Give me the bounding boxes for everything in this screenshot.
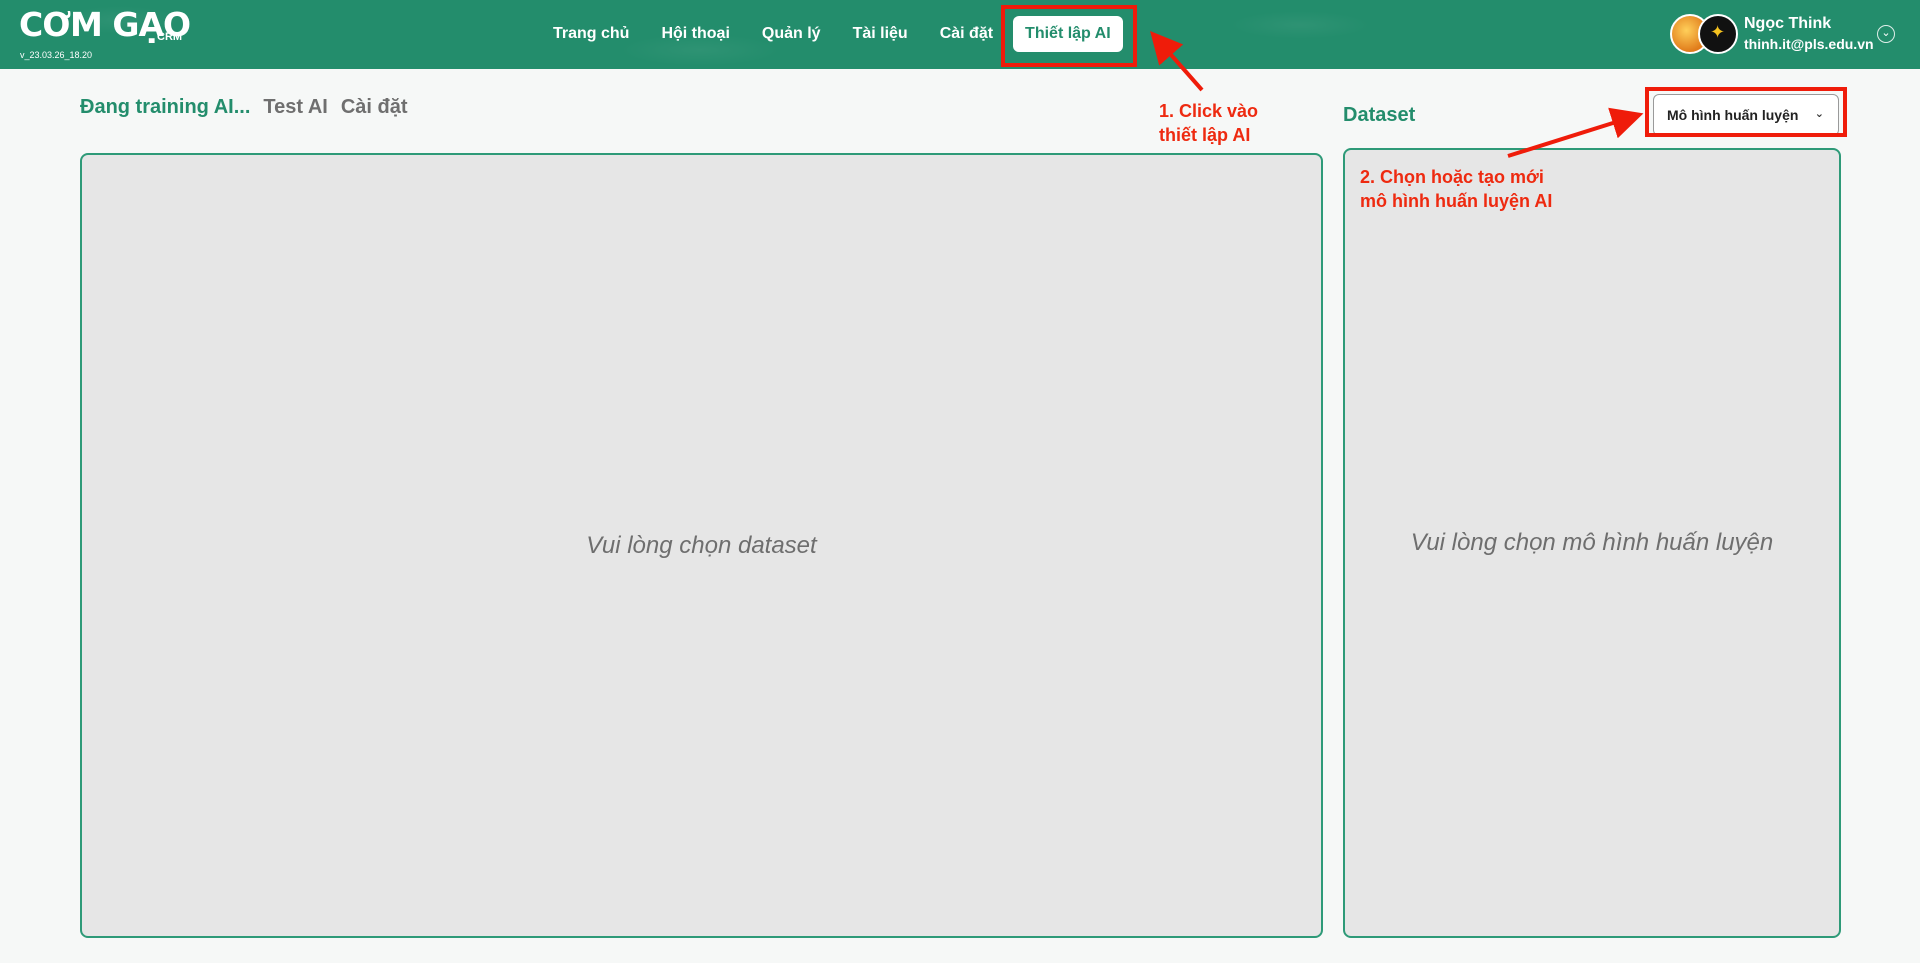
annotation-arrow-1 [1150, 30, 1204, 92]
annotation-arrow-2 [1507, 107, 1644, 158]
annotation-step-2-line-2: mô hình huấn luyện AI [1360, 191, 1553, 211]
annotation-arrows [1150, 30, 1644, 158]
annotation-step-1-line-1: 1. Click vào [1159, 101, 1259, 121]
annotation-step-2: 2. Chọn hoặc tạo mới mô hình huấn luyện … [1360, 165, 1552, 213]
annotation-step-2-line-1: 2. Chọn hoặc tạo mới [1360, 167, 1544, 187]
app-root: CƠM GẠO CRM v_23.03.26_18.20 Trang chủ H… [0, 0, 1920, 963]
annotation-step-1-line-2: thiết lập AI [1159, 125, 1251, 145]
annotation-step-1: 1. Click vào thiết lập AI [1159, 99, 1258, 147]
